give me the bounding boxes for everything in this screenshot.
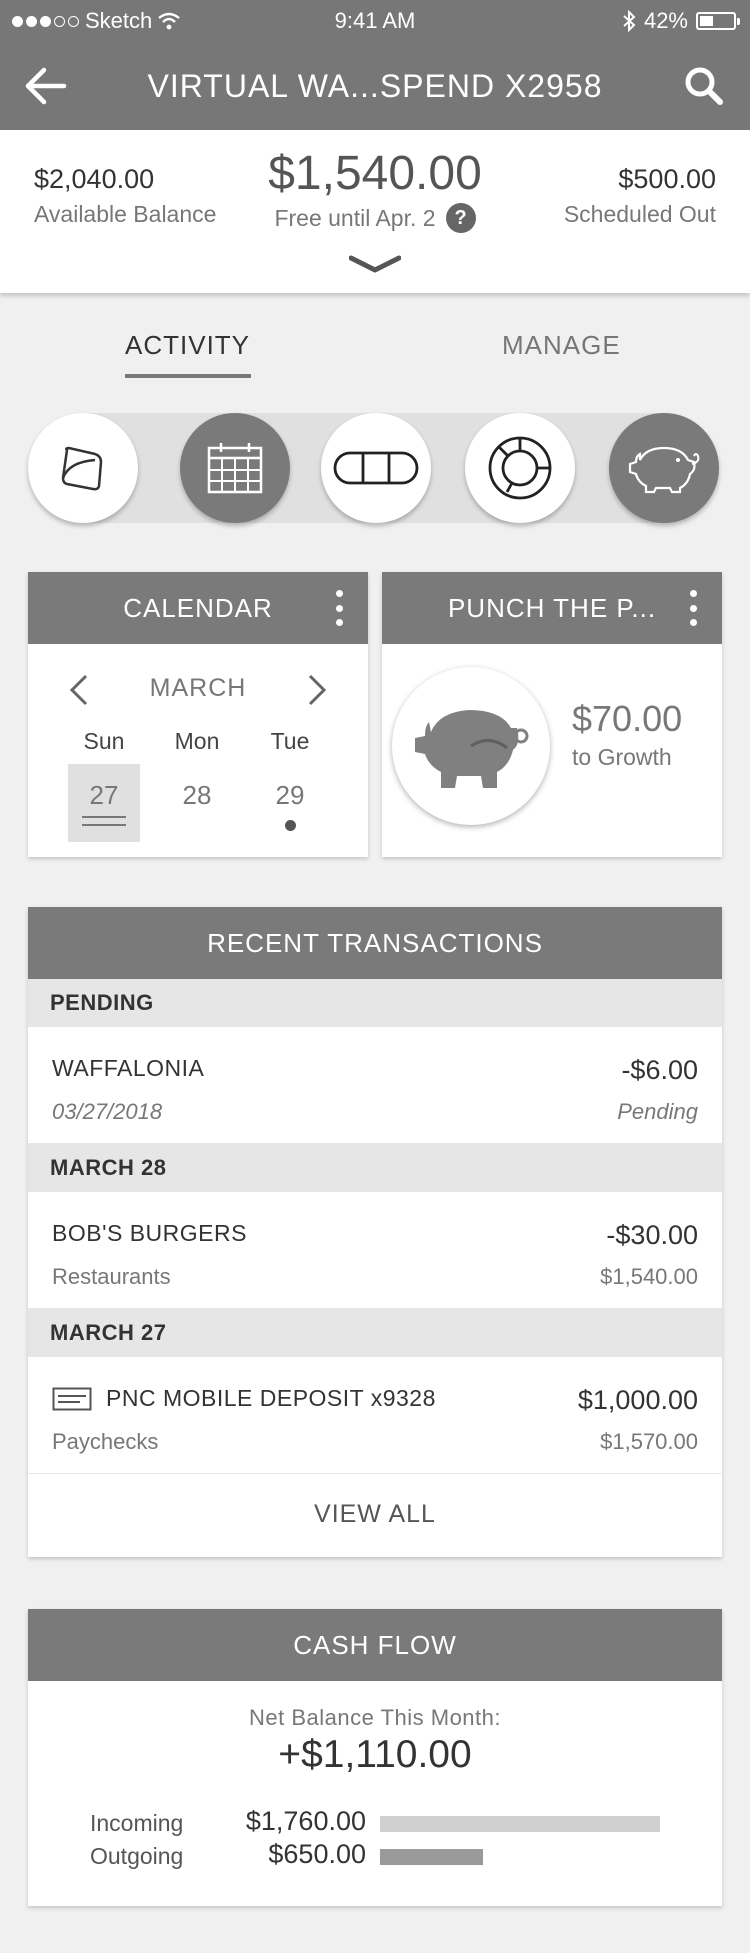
transaction-name: WAFFALONIA [52,1055,205,1081]
calendar-date[interactable]: 28 [161,764,233,842]
day-name: Sun [83,728,125,754]
incoming-bar [380,1816,660,1832]
calendar-date[interactable]: 29 [254,764,326,842]
outgoing-row: Outgoing $650.00 [28,1839,722,1873]
day-name: Mon [174,728,220,754]
free-label: Free until Apr. 2 [274,204,436,231]
transaction-category: Paychecks [52,1429,159,1454]
balance-summary: $2,040.00 Available Balance $1,540.00 Fr… [0,130,750,293]
chevron-down-icon[interactable] [349,254,401,278]
transaction-amount: -$30.00 [606,1220,698,1250]
widget-pill-button[interactable] [321,413,431,523]
calendar-day-mon[interactable]: Mon 28 [161,728,233,842]
transaction-status: Pending [617,1099,698,1124]
punch-the-pig-card: PUNCH THE P... $70.00 to Growth [382,572,722,857]
day-name: Tue [270,728,310,754]
calendar-card-title: CALENDAR [123,592,273,623]
arrow-left-icon [25,67,67,105]
outgoing-amount: $650.00 [268,1839,366,1869]
calendar-day-tue[interactable]: Tue 29 [254,728,326,842]
wallet-icon [61,446,103,491]
widget-piggy-bank-button[interactable] [609,413,719,523]
net-balance-label: Net Balance This Month: [249,1705,501,1730]
calendar-card-header: CALENDAR [28,572,368,644]
calendar-day-sun[interactable]: Sun 27 [68,728,140,842]
calendar-card: CALENDAR MARCH Sun 27 Mon 28 Tue 29 [28,572,368,857]
active-tab-indicator [125,374,251,378]
more-options-icon[interactable] [688,590,698,626]
search-icon [685,67,723,105]
running-balance: $1,570.00 [600,1429,698,1454]
outgoing-bar [380,1849,483,1865]
help-icon[interactable]: ? [445,203,476,233]
status-bar: Sketch 9:41 AM 42% [0,0,750,42]
piggy-bank-icon [628,446,700,494]
section-header: MARCH 28 [28,1144,722,1192]
punch-label: to Growth [572,744,672,770]
punch-card-title: PUNCH THE P... [447,592,657,623]
punch-card-header: PUNCH THE P... [382,572,722,644]
section-header: MARCH 27 [28,1309,722,1357]
incoming-amount: $1,760.00 [245,1806,366,1836]
transactions-title: RECENT TRANSACTIONS [207,927,543,958]
more-options-icon[interactable] [334,590,344,626]
tab-manage[interactable]: MANAGE [502,330,621,361]
punch-pig-button[interactable] [392,667,550,825]
widget-budget-chart-button[interactable] [465,413,575,523]
transaction-amount: -$6.00 [621,1055,698,1085]
widget-calendar-button[interactable] [180,413,290,523]
app-header: Sketch 9:41 AM 42% VIRTUAL WA...SPEND X2… [0,0,750,130]
battery-icon [696,12,740,30]
recent-transactions-card: RECENT TRANSACTIONS PENDING WAFFALONIA 0… [28,907,722,1557]
incoming-row: Incoming $1,760.00 [28,1806,722,1840]
incoming-label: Incoming [90,1810,184,1836]
transaction-row[interactable]: WAFFALONIA 03/27/2018 -$6.00 Pending [28,1027,722,1144]
transactions-header: RECENT TRANSACTIONS [28,907,722,979]
transaction-row[interactable]: BOB'S BURGERS Restaurants -$30.00 $1,540… [28,1192,722,1309]
scheduled-amount: $500.00 [618,164,716,194]
section-header: PENDING [28,979,722,1027]
transaction-name: BOB'S BURGERS [52,1220,247,1246]
calendar-days: Sun 27 Mon 28 Tue 29 [68,728,326,842]
transaction-name: PNC MOBILE DEPOSIT x9328 [106,1385,436,1411]
pill-icon [333,451,419,485]
scheduled-out: $500.00 Scheduled Out [564,164,716,228]
punch-amount: $70.00 [572,698,683,739]
nav-bar: VIRTUAL WA...SPEND X2958 [0,56,750,116]
transaction-amount: $1,000.00 [577,1385,698,1415]
search-button[interactable] [682,64,726,108]
cash-flow-title: CASH FLOW [293,1629,457,1660]
net-balance-amount: +$1,110.00 [278,1733,472,1776]
event-indicator [285,820,296,831]
scheduled-label: Scheduled Out [563,201,716,227]
cash-flow-header: CASH FLOW [28,1609,722,1681]
page-title: VIRTUAL WA...SPEND X2958 [147,68,603,104]
bluetooth-icon [623,10,636,32]
donut-chart-icon [488,436,552,500]
transaction-row[interactable]: PNC MOBILE DEPOSIT x9328 Paychecks $1,00… [28,1357,722,1474]
chevron-right-icon[interactable] [306,672,330,708]
calendar-icon [207,443,263,494]
cash-flow-card: CASH FLOW Net Balance This Month: +$1,11… [28,1609,722,1906]
piggy-bank-icon [415,710,529,788]
widget-wallet-button[interactable] [28,413,138,523]
back-button[interactable] [24,66,72,106]
battery-percent: 42% [643,8,688,33]
check-deposit-icon [52,1387,92,1410]
tab-activity[interactable]: ACTIVITY [125,330,250,361]
calendar-date-today[interactable]: 27 [68,764,140,842]
view-all-button[interactable]: VIEW ALL [28,1474,722,1554]
transaction-category: Restaurants [52,1264,171,1289]
transaction-date: 03/27/2018 [52,1099,163,1124]
today-marker [82,816,126,826]
running-balance: $1,540.00 [600,1264,698,1289]
outgoing-label: Outgoing [90,1843,184,1869]
